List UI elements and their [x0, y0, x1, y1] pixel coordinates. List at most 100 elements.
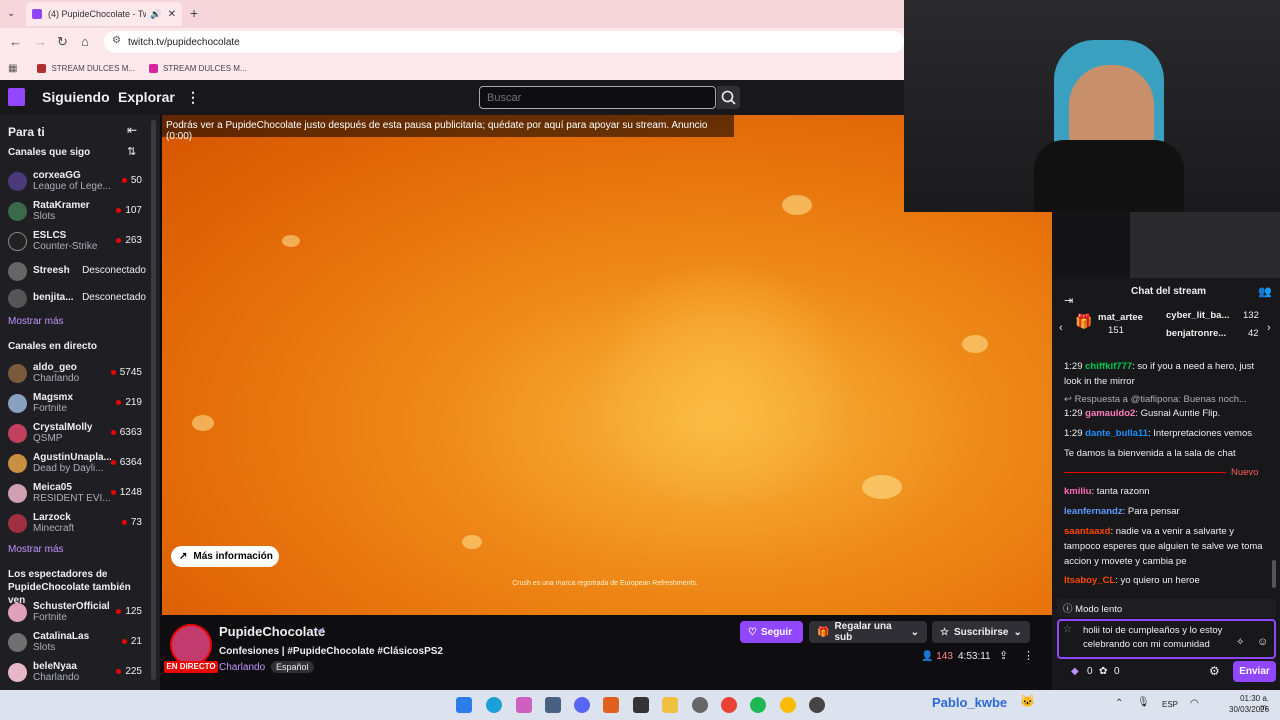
- forward-icon[interactable]: →: [34, 34, 47, 49]
- new-tab-icon[interactable]: +: [190, 5, 198, 21]
- live-dot-icon: [110, 489, 116, 495]
- edge-icon[interactable]: [486, 697, 502, 713]
- nav-explore[interactable]: Explorar: [118, 89, 175, 105]
- clock-date[interactable]: 30/03/2026: [1229, 705, 1269, 714]
- leader-name[interactable]: cyber_lit_ba...: [1166, 310, 1229, 321]
- fl-studio-icon[interactable]: [603, 697, 619, 713]
- avatar: [8, 424, 27, 443]
- viewer-count: 👤 143: [921, 651, 953, 662]
- share-icon[interactable]: ⇪: [999, 649, 1008, 662]
- url-input[interactable]: ⚙ twitch.tv/pupidechocolate: [104, 31, 904, 53]
- bookmark-2[interactable]: STREAM DULCES M...: [149, 63, 247, 73]
- live-channel[interactable]: aldo_geo Charlando 5745: [8, 360, 148, 388]
- video-bubble: [462, 535, 482, 549]
- chat-message: 1:29 gamauldo2: Gusnai Auntie Flip.: [1064, 408, 1221, 419]
- mic-icon[interactable]: 🎙: [1137, 697, 1150, 708]
- collapse-chat-icon[interactable]: ⇥: [1064, 294, 1073, 307]
- recommended-channel[interactable]: SchusterOfficial Fortnite 125: [8, 599, 148, 627]
- spotify-icon[interactable]: [750, 697, 766, 713]
- collapse-sidebar-icon[interactable]: ⇤: [127, 123, 137, 137]
- bookmark-1[interactable]: STREAM DULCES M...: [37, 63, 135, 73]
- show-more-link[interactable]: Mostrar más: [8, 544, 64, 555]
- badge-icon[interactable]: ☆: [1063, 624, 1072, 635]
- points-icon[interactable]: ✿: [1099, 666, 1107, 677]
- settings-gear-icon[interactable]: ⚙: [1209, 664, 1220, 678]
- instagram-icon: [149, 63, 159, 73]
- sidebar-for-you: Para ti: [8, 125, 45, 139]
- leader-name[interactable]: benjatronre...: [1166, 328, 1226, 339]
- sidebar-scrollbar[interactable]: [151, 120, 156, 680]
- browser-tab[interactable]: (4) PupideChocolate - Twit 🔊 ✕: [26, 2, 182, 26]
- new-label: Nuevo: [1231, 467, 1259, 478]
- chat-message: 1:29 chiffkif777: so if you a need a her…: [1064, 361, 1255, 387]
- live-channel[interactable]: Magsmx Fortnite 219: [8, 390, 148, 418]
- followed-channel[interactable]: ESLCS Counter-Strike 263: [8, 228, 148, 256]
- live-channel[interactable]: AgustinUnapla... Dead by Dayli... 6364: [8, 450, 148, 478]
- live-dot-icon: [121, 177, 127, 183]
- chrome-active-icon[interactable]: [780, 697, 796, 713]
- leader-name[interactable]: mat_artee: [1098, 312, 1143, 323]
- uptime: 4:53:11: [958, 651, 991, 662]
- live-dot-icon: [116, 399, 122, 405]
- close-tab-icon[interactable]: ✕: [168, 9, 176, 20]
- followed-channel[interactable]: benjita... Desconectado: [8, 285, 148, 313]
- speaker-icon[interactable]: 🔊: [150, 9, 161, 20]
- stream-title: Confesiones | #PupideChocolate #Clásicos…: [219, 646, 443, 657]
- back-icon[interactable]: ←: [9, 34, 22, 49]
- follow-button[interactable]: ♡ Seguir: [740, 621, 803, 643]
- recommended-channel[interactable]: CatalinaLas Slots 21: [8, 629, 148, 657]
- wifi-icon[interactable]: ◠: [1190, 698, 1199, 709]
- slow-mode-banner: ⓘ Modo lento: [1057, 599, 1276, 617]
- chrome-icon[interactable]: [721, 697, 737, 713]
- chat-scrollbar[interactable]: [1272, 560, 1276, 588]
- send-button[interactable]: Enviar: [1233, 661, 1276, 682]
- search-input[interactable]: [479, 86, 716, 109]
- dev-app-icon[interactable]: [545, 697, 561, 713]
- sparkle-icon[interactable]: ✧: [1236, 637, 1244, 648]
- more-options-icon[interactable]: ⋮: [1023, 649, 1034, 662]
- video-bubble: [582, 265, 862, 505]
- channel-avatar[interactable]: [170, 624, 212, 666]
- live-channel[interactable]: Meica05 RESIDENT EVI... 1248: [8, 480, 148, 508]
- twitch-logo-icon[interactable]: [8, 88, 25, 106]
- bits-icon[interactable]: ◆: [1071, 666, 1079, 677]
- show-more-link[interactable]: Mostrar más: [8, 316, 64, 327]
- home-icon[interactable]: ⌂: [81, 34, 89, 49]
- live-channel[interactable]: Larzock Minecraft 73: [8, 510, 148, 538]
- followed-channel[interactable]: Streesh Desconectado: [8, 258, 148, 286]
- live-channel[interactable]: CrystalMolly QSMP 6363: [8, 420, 148, 448]
- emote-icon[interactable]: ☺: [1257, 636, 1268, 648]
- tray-arrow-icon[interactable]: ⌃: [1115, 698, 1123, 709]
- apps-grid-icon[interactable]: ▦: [8, 63, 17, 74]
- obs-icon[interactable]: [692, 697, 708, 713]
- copilot-icon[interactable]: [516, 697, 532, 713]
- more-menu-icon[interactable]: ⋮: [186, 89, 200, 106]
- recommended-channel[interactable]: beleNyaa Charlando 225: [8, 659, 148, 687]
- gift-sub-button[interactable]: 🎁 Regalar una sub ⌄: [809, 621, 927, 643]
- followed-channel[interactable]: RataKramer Slots 107: [8, 198, 148, 226]
- reload-icon[interactable]: ↻: [57, 34, 68, 50]
- avatar: [8, 262, 27, 281]
- sort-icon[interactable]: ⇅: [127, 145, 136, 158]
- channel-name[interactable]: PupideChocolate: [219, 624, 325, 639]
- chevron-right-icon[interactable]: ›: [1267, 322, 1271, 334]
- search-button[interactable]: [717, 86, 740, 109]
- subscribe-button[interactable]: ☆ Suscribirse ⌄: [932, 621, 1030, 643]
- nav-following[interactable]: Siguiendo: [42, 89, 110, 105]
- media-player-icon[interactable]: [809, 697, 825, 713]
- site-info-icon[interactable]: ⚙: [112, 35, 121, 46]
- tab-list-icon[interactable]: ⌄: [7, 8, 15, 19]
- language-indicator[interactable]: ESP: [1162, 700, 1178, 709]
- file-explorer-icon[interactable]: [662, 697, 678, 713]
- language-tag[interactable]: Español: [271, 661, 314, 673]
- chevron-left-icon[interactable]: ‹: [1059, 322, 1063, 334]
- followed-channel[interactable]: corxeaGG League of Lege... 50: [8, 168, 148, 196]
- stream-category[interactable]: Charlando: [219, 662, 265, 673]
- chevron-down-icon: ⌄: [910, 626, 919, 638]
- more-info-button[interactable]: ↗ Más información: [171, 546, 279, 567]
- capcut-icon[interactable]: [633, 697, 649, 713]
- start-icon[interactable]: [456, 697, 472, 713]
- chat-reply-context[interactable]: ↩ Respuesta a @tiaflipona: Buenas noch..…: [1064, 392, 1270, 407]
- community-icon[interactable]: 👥: [1258, 285, 1272, 298]
- discord-icon[interactable]: [574, 697, 590, 713]
